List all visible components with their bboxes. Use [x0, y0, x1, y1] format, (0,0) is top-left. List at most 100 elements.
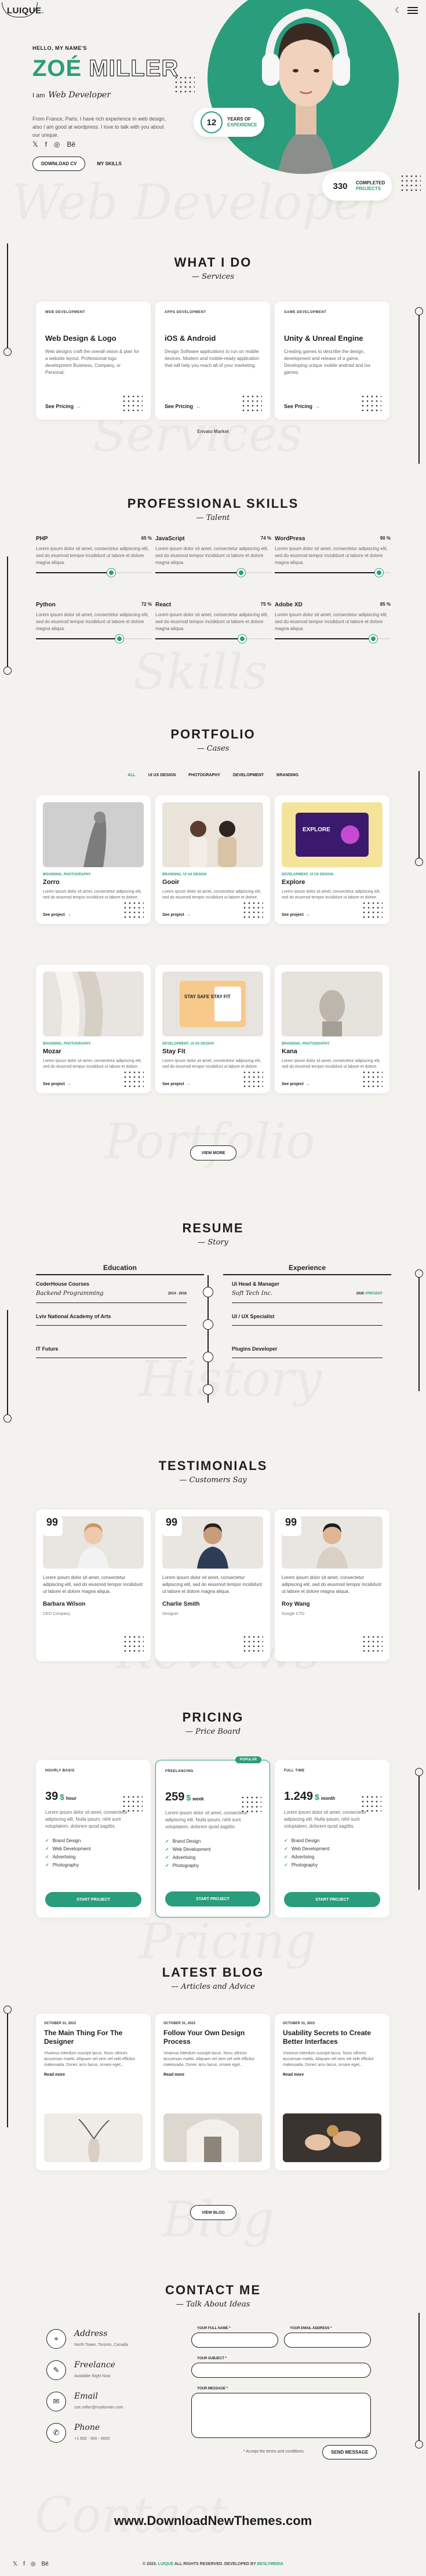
blog-card[interactable]: OCTOBER 31, 2023 Usability Secrets to Cre…: [275, 2014, 389, 2170]
pricing-card: HOURLY BASIS 39 $ hour Lorem ipsum dolor sit…: [36, 1760, 151, 1918]
decor-dots: [242, 1635, 263, 1652]
portfolio-card[interactable]: STAY SAFE STAY FIT DEVELOPMENT, UI UX DES…: [155, 965, 270, 1093]
see-project-link[interactable]: See project →: [282, 1082, 310, 1086]
twitter-icon[interactable]: 𝕏: [32, 140, 38, 148]
behance-icon[interactable]: Bē: [67, 140, 76, 148]
see-project-link[interactable]: See project →: [43, 1082, 71, 1086]
portfolio-title: Gooir: [162, 879, 180, 886]
view-more-button[interactable]: VIEW MORE: [190, 1145, 236, 1160]
header-icons: ☾: [395, 6, 418, 15]
decor-dots: [122, 1795, 143, 1812]
decor-dots: [241, 394, 262, 412]
experience-title: Soft Tech Inc.: [232, 1290, 272, 1297]
terms-text[interactable]: * Accept the terms and conditions.: [243, 2450, 305, 2454]
timeline-node: [203, 1352, 213, 1362]
download-cv-button[interactable]: DOWNLOAD CV: [32, 157, 86, 171]
portfolio-heading: PORTFOLIO Cases: [0, 727, 426, 753]
portfolio-desc: Lorem ipsum dolor sit amet, consectetur …: [162, 890, 261, 900]
plan-feature: Advertising: [45, 1854, 141, 1860]
email-field[interactable]: [284, 2333, 371, 2348]
instagram-icon[interactable]: ◎: [54, 140, 60, 148]
portfolio-category: DEVELOPMENT, UI UX DESIGN: [282, 873, 334, 876]
portfolio-image[interactable]: [43, 802, 144, 867]
skill-desc: Lorem ipsum dolor sit amet, consectetur …: [36, 546, 149, 565]
portfolio-category: BRANDING, PHOTOGRAPHY: [282, 1042, 330, 1046]
arrow-right-icon: →: [186, 1082, 191, 1086]
portfolio-image[interactable]: STAY SAFE STAY FIT: [162, 972, 263, 1036]
portfolio-image[interactable]: [43, 972, 144, 1036]
testimonial-name: Barbara Wilson: [43, 1601, 86, 1607]
service-tag: WEB DEVELOPMENT: [45, 311, 85, 314]
email-icon: ✉: [46, 2392, 66, 2411]
plan-feature: Photography: [284, 1862, 380, 1868]
pricing-bg-word: Pricing: [139, 1913, 316, 1970]
subject-field[interactable]: [191, 2363, 371, 2378]
see-pricing-link[interactable]: See Pricing →: [45, 403, 81, 409]
filter-tab[interactable]: PHOTOGRAPHY: [188, 773, 220, 777]
decor-line: [418, 2313, 420, 2440]
filter-tab[interactable]: ALL: [128, 773, 136, 777]
blog-image[interactable]: [44, 2113, 143, 2162]
portfolio-card[interactable]: BRANDING, PHOTOGRAPHY Mozar Lorem ipsum do…: [36, 965, 151, 1093]
read-more-link[interactable]: Read more: [163, 2073, 262, 2077]
portfolio-card[interactable]: EXPLORE DEVELOPMENT, UI UX DESIGN Explore L…: [275, 795, 389, 924]
contact-heading: CONTACT ME Talk About Ideas: [0, 2283, 426, 2309]
blog-card[interactable]: OCTOBER 31, 2023 Follow Your Own Design P…: [155, 2014, 270, 2170]
portfolio-image[interactable]: EXPLORE: [282, 802, 383, 867]
name-field[interactable]: [191, 2333, 278, 2348]
blog-title[interactable]: The Main Thing For The Designer: [44, 2029, 143, 2046]
hero-name: ZOÉ MILLER: [32, 55, 179, 81]
portfolio-card[interactable]: BRANDING, PHOTOGRAPHY Zorro Lorem ipsum do…: [36, 795, 151, 924]
see-project-link[interactable]: See project →: [282, 913, 310, 917]
portfolio-card[interactable]: BRANDING, UI UX DESIGN Gooir Lorem ipsum d…: [155, 795, 270, 924]
blog-image[interactable]: [283, 2113, 381, 2162]
see-pricing-link[interactable]: See Pricing →: [284, 403, 320, 409]
start-project-button[interactable]: START PROJECT: [165, 1891, 260, 1906]
plan-name: FULL TIME: [284, 1769, 305, 1773]
filter-tab[interactable]: BRANDING: [276, 773, 298, 777]
menu-icon[interactable]: [407, 7, 418, 14]
filter-tab[interactable]: UI UX DESIGN: [148, 773, 176, 777]
see-project-link[interactable]: See project →: [162, 913, 191, 917]
see-pricing-link[interactable]: See Pricing →: [165, 403, 201, 409]
portfolio-card[interactable]: BRANDING, PHOTOGRAPHY Kana Lorem ipsum dol…: [275, 965, 389, 1093]
filter-tab[interactable]: DEVELOPMENT: [233, 773, 264, 777]
message-field[interactable]: [191, 2393, 371, 2438]
start-project-button[interactable]: START PROJECT: [45, 1892, 141, 1907]
my-skills-link[interactable]: MY SKILLS: [97, 161, 122, 166]
skill-name: PHP: [36, 536, 48, 542]
plan-desc: Lorem ipsum dolor sit amet, consectetur …: [165, 1810, 248, 1829]
read-more-link[interactable]: Read more: [44, 2073, 143, 2077]
decor-dots: [361, 1795, 381, 1812]
blog-title[interactable]: Follow Your Own Design Process: [163, 2029, 262, 2046]
svg-text:STAY SAFE STAY FIT: STAY SAFE STAY FIT: [184, 994, 231, 999]
resume-divider: [36, 1302, 187, 1303]
blog-image[interactable]: [163, 2113, 262, 2162]
read-more-link[interactable]: Read more: [283, 2073, 381, 2077]
education-dates: 2014 - 2016: [168, 1291, 187, 1296]
experience-item: UI / UX Specialist: [232, 1314, 383, 1326]
portfolio-image[interactable]: [282, 972, 383, 1036]
skill-item: PHP 65 % Lorem ipsum dolor sit amet, conse…: [36, 536, 152, 577]
plan-feature: Advertising: [165, 1855, 260, 1860]
see-project-link[interactable]: See project →: [162, 1082, 191, 1086]
skill-name: JavaScript: [155, 536, 185, 542]
start-project-button[interactable]: START PROJECT: [284, 1892, 380, 1907]
facebook-icon[interactable]: f: [45, 140, 47, 148]
blog-card[interactable]: OCTOBER 31, 2023 The Main Thing For The D…: [36, 2014, 151, 2170]
freelance-icon: ✎: [46, 2360, 66, 2380]
resume-bg-word: History: [139, 1351, 322, 1407]
watermark-text: www.DownloadNewThemes.com: [114, 2513, 312, 2528]
hero-bio: From France, Paris. I have rich experien…: [32, 116, 166, 138]
moon-icon[interactable]: ☾: [395, 6, 402, 15]
logo[interactable]: LUIQUE.: [7, 6, 44, 16]
arrow-right-icon: →: [195, 403, 201, 409]
portfolio-image[interactable]: [162, 802, 263, 867]
see-project-link[interactable]: See project →: [43, 913, 71, 917]
view-blog-button[interactable]: VIEW BLOG: [190, 2205, 236, 2220]
decor-knob: [3, 348, 12, 356]
blog-title[interactable]: Usability Secrets to Create Better Inter…: [283, 2029, 381, 2046]
send-message-button[interactable]: SEND MESSAGE: [322, 2445, 377, 2459]
education-item: Lviv National Academy of Arts: [36, 1314, 187, 1326]
decor-line: [418, 313, 420, 464]
